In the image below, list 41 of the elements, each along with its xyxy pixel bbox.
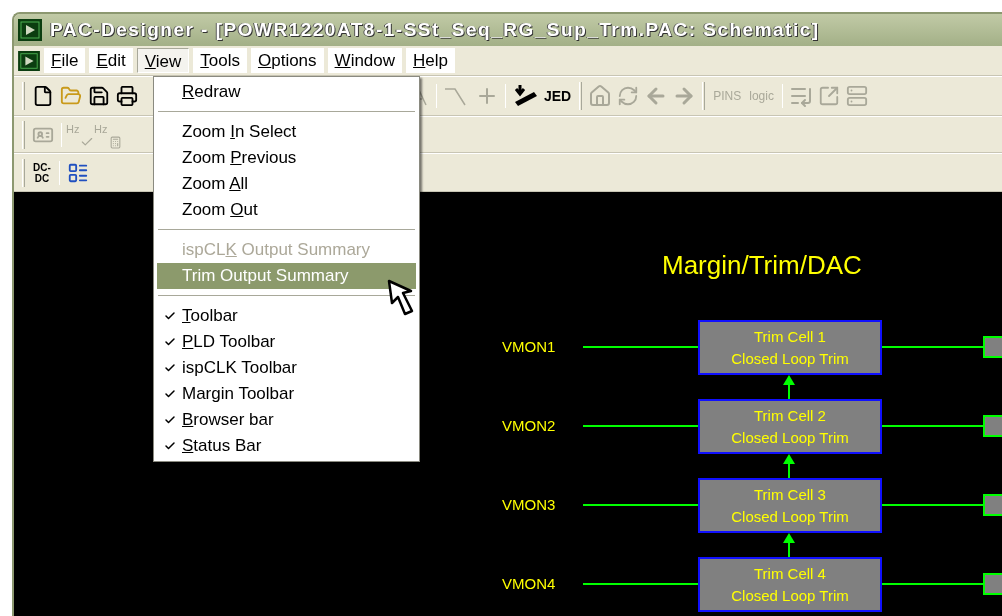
- menu-option[interactable]: Zoom In Select: [157, 119, 416, 145]
- menu-option[interactable]: Browser bar: [157, 407, 416, 433]
- link-arrow: [783, 533, 795, 557]
- menu-item[interactable]: View: [136, 48, 190, 73]
- menu-option[interactable]: Zoom Out: [157, 197, 416, 223]
- cell-mode: Closed Loop Trim: [731, 350, 849, 367]
- calculator-icon: [109, 135, 122, 149]
- menu-item[interactable]: Edit: [89, 48, 133, 73]
- signal-label: VMON1: [502, 337, 556, 357]
- menu-option[interactable]: Zoom All: [157, 171, 416, 197]
- menu-item[interactable]: File: [44, 48, 86, 73]
- menu-item[interactable]: Window: [327, 48, 403, 73]
- dc-dc-button[interactable]: DC- DC: [29, 161, 55, 184]
- menu-option[interactable]: Redraw: [157, 79, 416, 105]
- link-arrow: [783, 375, 795, 399]
- menu-item[interactable]: Help: [406, 48, 455, 73]
- jed-button[interactable]: JED: [540, 82, 576, 110]
- cell-name: Trim Cell 1: [754, 328, 826, 345]
- menu-option[interactable]: Zoom Previous: [157, 145, 416, 171]
- menu-option[interactable]: PLD Toolbar: [157, 329, 416, 355]
- menu-option[interactable]: ispCLK Toolbar: [157, 355, 416, 381]
- cell-mode: Closed Loop Trim: [731, 508, 849, 525]
- mouse-cursor-icon: [386, 279, 414, 317]
- cell-name: Trim Cell 2: [754, 407, 826, 424]
- cell-name: Trim Cell 3: [754, 486, 826, 503]
- menu-option[interactable]: Toolbar: [157, 303, 416, 329]
- cell-mode: Closed Loop Trim: [731, 587, 849, 604]
- cell-name: Trim Cell 4: [754, 565, 826, 582]
- app-icon: [18, 19, 42, 41]
- link-arrow: [783, 454, 795, 478]
- signal-label: VMON3: [502, 495, 556, 515]
- document-icon: [18, 50, 40, 71]
- signal-label: VMON4: [502, 574, 556, 594]
- menu-option[interactable]: Status Bar: [157, 433, 416, 459]
- menu-item[interactable]: Options: [250, 48, 324, 73]
- cell-mode: Closed Loop Trim: [731, 429, 849, 446]
- signal-label: VMON2: [502, 416, 556, 436]
- schematic-title: Margin/Trim/DAC: [662, 249, 862, 282]
- menu-item[interactable]: Tools: [193, 48, 247, 73]
- menu-option[interactable]: Margin Toolbar: [157, 381, 416, 407]
- window-title: PAC-Designer - [POWR1220AT8-1-SSt_Seq_RG_Sup_Trm.PAC: Schematic]: [50, 17, 820, 42]
